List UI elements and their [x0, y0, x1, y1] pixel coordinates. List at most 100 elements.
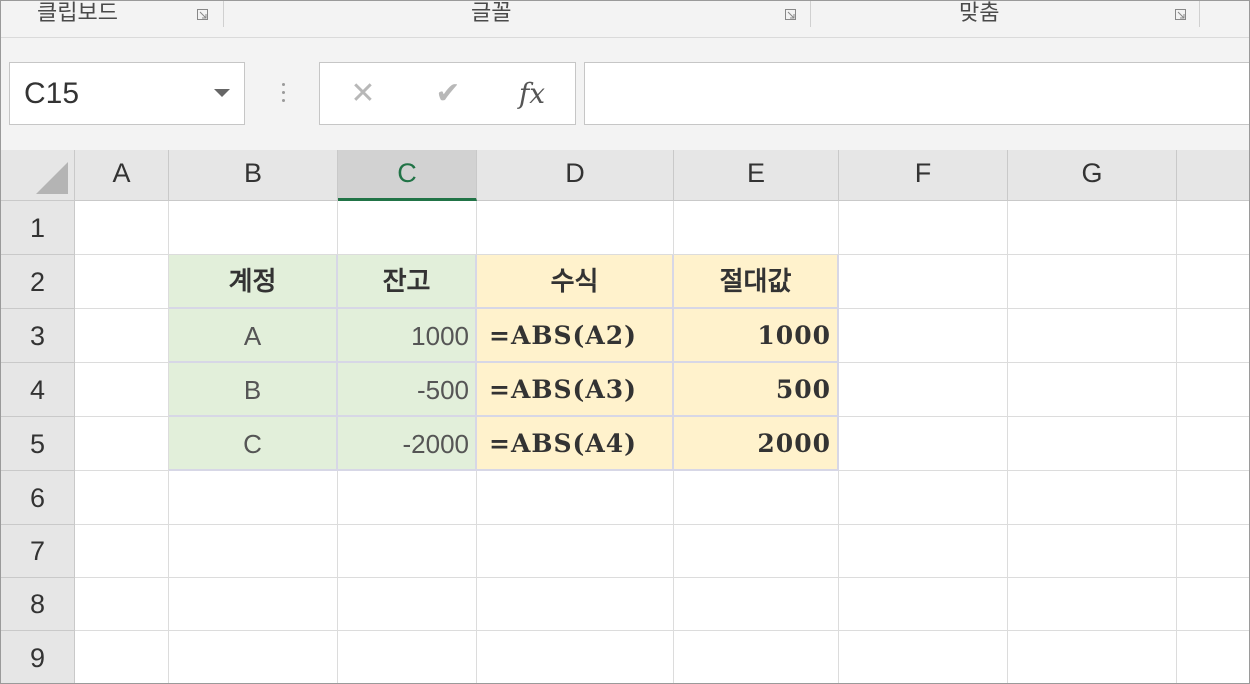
grid-cell[interactable] [477, 631, 674, 683]
grid-cell[interactable] [674, 525, 839, 578]
table-cell[interactable]: =ABS(A2) [477, 309, 674, 363]
grid-cell[interactable] [674, 471, 839, 525]
dialog-launcher-icon[interactable] [197, 9, 208, 20]
column-header-h[interactable] [1177, 150, 1249, 201]
grid-cell[interactable] [477, 578, 674, 631]
grid-cell[interactable] [1177, 417, 1249, 471]
dialog-launcher-icon[interactable] [785, 9, 796, 20]
column-header-a[interactable]: A [75, 150, 169, 201]
grid-cell[interactable] [1008, 201, 1177, 255]
grid-cell[interactable] [169, 201, 338, 255]
row-header-6[interactable]: 6 [1, 471, 75, 525]
grid-cell[interactable] [75, 309, 169, 363]
grid-cell[interactable] [1177, 525, 1249, 578]
grid-cell[interactable] [75, 363, 169, 417]
insert-function-icon[interactable]: fx [492, 63, 572, 124]
grid-cell[interactable] [1008, 255, 1177, 309]
column-header-c[interactable]: C [338, 150, 477, 201]
table-cell[interactable]: A [169, 309, 338, 363]
grid-cell[interactable] [75, 471, 169, 525]
column-header-d[interactable]: D [477, 150, 674, 201]
grid-cell[interactable] [839, 417, 1008, 471]
grid-cell[interactable] [338, 471, 477, 525]
row-header-8[interactable]: 8 [1, 578, 75, 631]
table-cell[interactable]: -500 [338, 363, 477, 417]
row-header-9[interactable]: 9 [1, 631, 75, 683]
grid-cell[interactable] [1008, 363, 1177, 417]
table-header-cell[interactable]: 계정 [169, 255, 338, 309]
table-cell[interactable]: 500 [674, 363, 839, 417]
grid-cell[interactable] [674, 631, 839, 683]
grid-cell[interactable] [477, 525, 674, 578]
grid-cell[interactable] [338, 631, 477, 683]
grid-cell[interactable] [338, 201, 477, 255]
drag-handle-icon[interactable] [282, 83, 286, 107]
grid-cell[interactable] [477, 201, 674, 255]
grid-cell[interactable] [674, 201, 839, 255]
grid-cell[interactable] [75, 417, 169, 471]
row-header-4[interactable]: 4 [1, 363, 75, 417]
column-header-b[interactable]: B [169, 150, 338, 201]
table-header-cell[interactable]: 절대값 [674, 255, 839, 309]
grid-cell[interactable] [75, 525, 169, 578]
row-header-2[interactable]: 2 [1, 255, 75, 309]
grid-cell[interactable] [75, 255, 169, 309]
grid-cell[interactable] [75, 631, 169, 683]
grid-cell[interactable] [1008, 309, 1177, 363]
grid-cell[interactable] [839, 631, 1008, 683]
grid-cell[interactable] [1177, 255, 1249, 309]
grid-cell[interactable] [839, 471, 1008, 525]
grid-cell[interactable] [839, 309, 1008, 363]
table-cell[interactable]: B [169, 363, 338, 417]
table-cell[interactable]: 1000 [674, 309, 839, 363]
grid-cell[interactable] [1008, 578, 1177, 631]
grid-cell[interactable] [1008, 631, 1177, 683]
table-cell[interactable]: 2000 [674, 417, 839, 471]
table-cell[interactable]: C [169, 417, 338, 471]
row-header-5[interactable]: 5 [1, 417, 75, 471]
table-header-cell[interactable]: 수식 [477, 255, 674, 309]
grid-cell[interactable] [1177, 363, 1249, 417]
table-cell[interactable]: =ABS(A3) [477, 363, 674, 417]
grid-cell[interactable] [1008, 471, 1177, 525]
column-header-e[interactable]: E [674, 150, 839, 201]
grid-cell[interactable] [1008, 417, 1177, 471]
column-header-g[interactable]: G [1008, 150, 1177, 201]
row-header-1[interactable]: 1 [1, 201, 75, 255]
grid-cell[interactable] [169, 471, 338, 525]
grid-cell[interactable] [169, 631, 338, 683]
cancel-icon[interactable]: ✕ [323, 63, 403, 124]
grid-cell[interactable] [839, 255, 1008, 309]
table-cell[interactable]: -2000 [338, 417, 477, 471]
grid-cell[interactable] [477, 471, 674, 525]
grid-cell[interactable] [839, 363, 1008, 417]
table-cell[interactable]: 1000 [338, 309, 477, 363]
grid-cell[interactable] [169, 578, 338, 631]
grid-cell[interactable] [1177, 201, 1249, 255]
grid-cell[interactable] [338, 578, 477, 631]
grid-cell[interactable] [338, 525, 477, 578]
grid-cell[interactable] [1177, 309, 1249, 363]
dialog-launcher-icon[interactable] [1175, 9, 1186, 20]
row-header-3[interactable]: 3 [1, 309, 75, 363]
column-header-f[interactable]: F [839, 150, 1008, 201]
grid-cell[interactable] [1177, 471, 1249, 525]
table-cell[interactable]: =ABS(A4) [477, 417, 674, 471]
grid-cell[interactable] [75, 201, 169, 255]
select-all-button[interactable] [1, 150, 75, 201]
grid-cell[interactable] [1177, 631, 1249, 683]
grid-cell[interactable] [1008, 525, 1177, 578]
chevron-down-icon[interactable] [214, 89, 230, 97]
grid-cell[interactable] [169, 525, 338, 578]
name-box[interactable]: C15 [9, 62, 245, 125]
grid-cell[interactable] [75, 578, 169, 631]
table-header-cell[interactable]: 잔고 [338, 255, 477, 309]
grid-cell[interactable] [839, 525, 1008, 578]
formula-input[interactable] [584, 62, 1249, 125]
row-header-7[interactable]: 7 [1, 525, 75, 578]
grid-cell[interactable] [1177, 578, 1249, 631]
enter-check-icon[interactable]: ✔ [408, 63, 488, 124]
grid-cell[interactable] [674, 578, 839, 631]
grid-cell[interactable] [839, 201, 1008, 255]
grid-cell[interactable] [839, 578, 1008, 631]
